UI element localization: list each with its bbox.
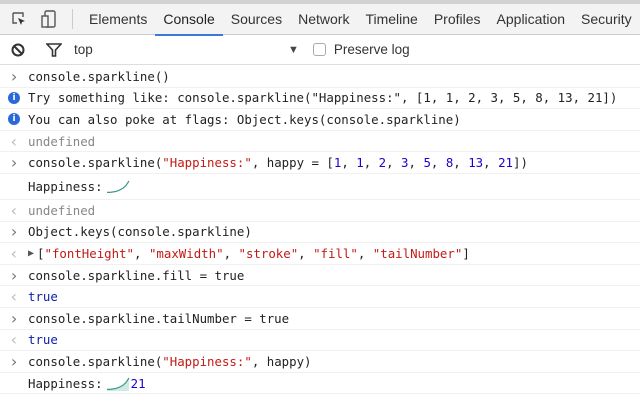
result-arrow-icon: ‹ [9, 200, 19, 220]
console-text: console.sparkline() [28, 68, 170, 84]
console-text: console.sparkline.tailNumber = true [28, 310, 290, 326]
expand-triangle-icon[interactable]: ▶ [28, 248, 34, 259]
info-icon: i [0, 91, 28, 104]
tab-console[interactable]: Console [155, 4, 224, 36]
console-text: , [453, 155, 469, 171]
toolbar-divider [72, 9, 73, 29]
filter-icon[interactable] [40, 42, 68, 57]
prompt-chevron-icon: › [9, 222, 19, 242]
console-text: "Happiness:" [162, 353, 252, 369]
console-text: , happy = [ [251, 155, 334, 171]
console-text: undefined [28, 133, 96, 149]
console-text: 5 [423, 155, 431, 171]
console-text: true [28, 332, 58, 348]
console-input-row: › console.sparkline.fill = true [0, 265, 640, 287]
console-text: , [357, 245, 373, 261]
tab-security[interactable]: Security [573, 4, 640, 35]
console-output: › console.sparkline() i Try something like:… [0, 65, 640, 395]
console-text: , [386, 155, 402, 171]
clear-console-icon[interactable] [4, 43, 32, 57]
console-text: , [430, 155, 446, 171]
console-text: ]) [512, 155, 528, 171]
console-text: 1 [356, 155, 364, 171]
prompt-chevron-icon: › [9, 351, 19, 371]
console-text: 13 [468, 155, 484, 171]
console-text: Happiness: [28, 178, 103, 194]
prompt-chevron-icon: › [9, 265, 19, 285]
tab-network[interactable]: Network [290, 4, 357, 35]
context-selector[interactable]: top [68, 42, 288, 57]
console-log-row: Happiness: 21 [0, 373, 640, 395]
console-text: console.sparkline( [28, 353, 163, 369]
devtools-tab-bar: Elements Console Sources Network Timeline Pro… [0, 4, 640, 36]
device-toolbar-icon[interactable] [34, 4, 64, 34]
console-result-row: ‹ true [0, 286, 640, 308]
console-text: , [363, 155, 379, 171]
console-input-row: › Object.keys(console.sparkline) [0, 222, 640, 244]
console-info-row: i You can also poke at flags: Object.keys… [0, 109, 640, 131]
console-text: , [298, 245, 314, 261]
console-text: "maxWidth" [148, 245, 224, 261]
console-log-row: Happiness: [0, 174, 640, 200]
console-text: 3 [401, 155, 409, 171]
preserve-log-checkbox[interactable] [312, 43, 326, 56]
tab-sources[interactable]: Sources [223, 4, 290, 35]
console-text: , [341, 155, 357, 171]
console-text: 2 [378, 155, 387, 171]
tab-profiles[interactable]: Profiles [426, 4, 489, 35]
result-arrow-icon: ‹ [9, 330, 19, 350]
console-result-row: ‹ ▶["fontHeight", "maxWidth", "stroke", "… [0, 243, 640, 265]
console-filter-bar: top ▼ Preserve log [0, 35, 640, 65]
console-result-row: ‹ undefined [0, 131, 640, 153]
console-text: "fill" [313, 245, 358, 261]
tab-application[interactable]: Application [489, 4, 574, 35]
console-text: 21 [498, 155, 513, 171]
result-arrow-icon: ‹ [9, 243, 19, 263]
prompt-chevron-icon: › [9, 66, 19, 86]
sparkline-tail-number: 21 [130, 375, 146, 391]
prompt-chevron-icon: › [9, 153, 19, 173]
console-input-row: › console.sparkline("Happiness:", happy) [0, 351, 640, 373]
console-result-row: ‹ true [0, 330, 640, 352]
console-text: 1 [333, 155, 342, 171]
console-text: [ [37, 245, 45, 261]
console-text: Try something like: console.sparkline("H… [28, 90, 618, 106]
console-text: true [28, 289, 58, 305]
console-text: , [223, 245, 239, 261]
console-text: , [408, 155, 424, 171]
prompt-chevron-icon: › [9, 308, 19, 328]
sparkline-chart [106, 180, 130, 194]
console-text: Object.keys(console.sparkline) [28, 224, 252, 240]
console-text: "tailNumber" [372, 245, 463, 261]
console-text: console.sparkline.fill = true [28, 267, 245, 283]
tab-timeline[interactable]: Timeline [357, 4, 425, 35]
console-text: "Happiness:" [162, 155, 252, 171]
console-text: "fontHeight" [44, 245, 135, 261]
console-info-row: i Try something like: console.sparkline("… [0, 88, 640, 110]
tab-elements[interactable]: Elements [81, 4, 155, 35]
console-text: You can also poke at flags: Object.keys(… [28, 111, 461, 127]
console-text: undefined [28, 202, 96, 218]
inspect-element-icon[interactable] [4, 4, 34, 34]
console-text: console.sparkline( [28, 155, 163, 171]
console-text: , happy) [251, 353, 312, 369]
console-input-row: › console.sparkline("Happiness:", happy =… [0, 152, 640, 174]
info-icon: i [0, 113, 28, 126]
context-dropdown-arrow-icon[interactable]: ▼ [288, 44, 299, 56]
preserve-log-label: Preserve log [333, 42, 410, 57]
result-arrow-icon: ‹ [9, 131, 19, 151]
console-text: , [134, 245, 149, 261]
console-input-row: › console.sparkline.tailNumber = true [0, 308, 640, 330]
console-text: Happiness: [28, 375, 103, 391]
console-text: "stroke" [238, 245, 299, 261]
result-arrow-icon: ‹ [9, 287, 19, 307]
console-text: ] [462, 245, 470, 261]
console-result-row: ‹ undefined [0, 200, 640, 222]
sparkline-chart [106, 377, 130, 391]
console-text: 8 [445, 155, 454, 171]
console-text: , [483, 155, 499, 171]
console-input-row: › console.sparkline() [0, 66, 640, 88]
